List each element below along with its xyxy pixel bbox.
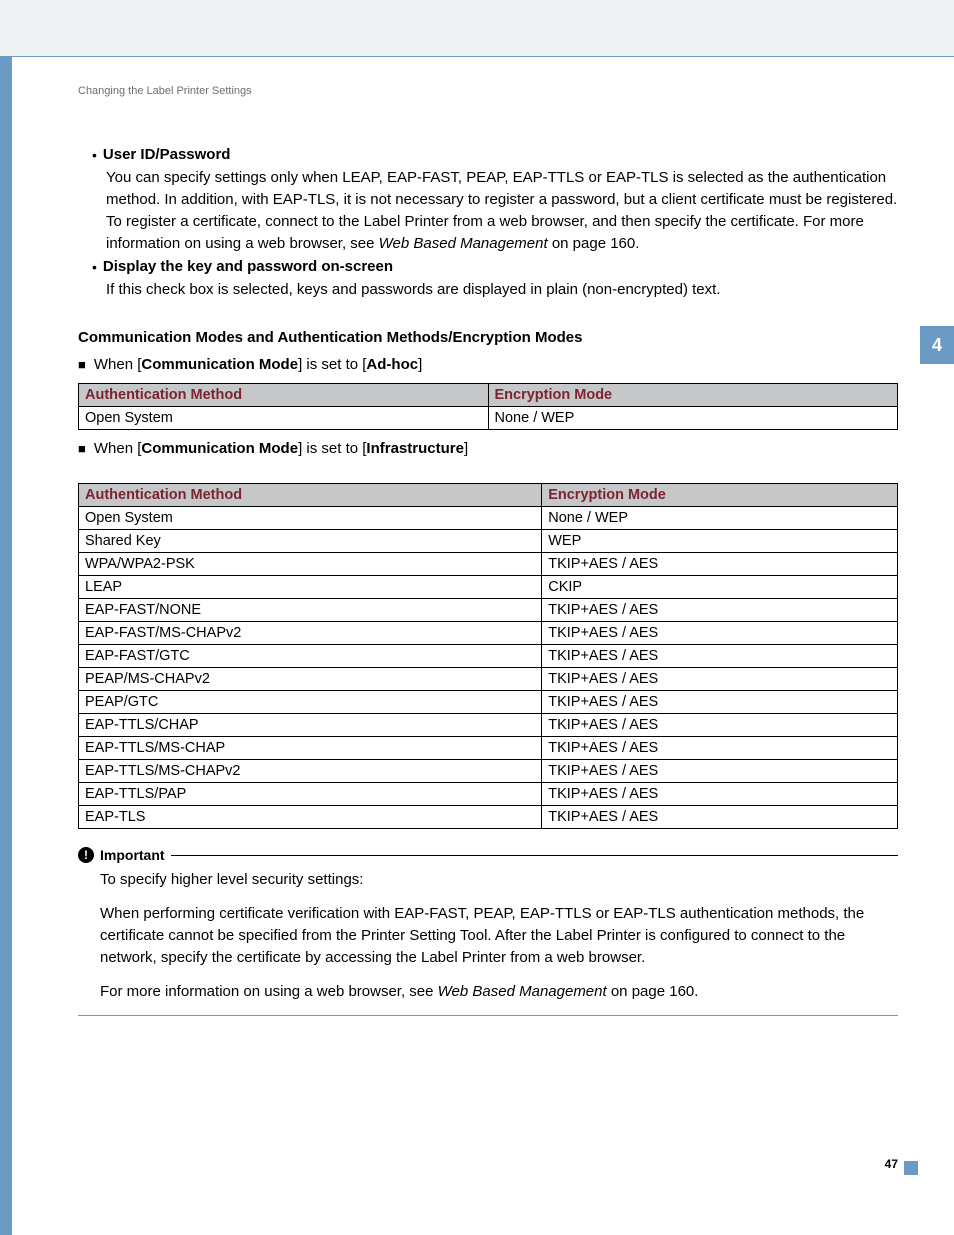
text: ] is set to [ xyxy=(298,356,366,373)
cell-enc: TKIP+AES / AES xyxy=(542,714,898,737)
body-post: on page 160. xyxy=(548,235,640,252)
table-row: EAP-TTLS/CHAPTKIP+AES / AES xyxy=(79,714,898,737)
th-auth: Authentication Method xyxy=(79,384,489,407)
cell-auth: EAP-FAST/NONE xyxy=(79,599,542,622)
cell-enc: TKIP+AES / AES xyxy=(542,691,898,714)
important-icon: ! xyxy=(78,847,94,863)
cell-auth: EAP-TLS xyxy=(79,806,542,829)
page-number-accent xyxy=(904,1161,918,1175)
cell-enc: TKIP+AES / AES xyxy=(542,553,898,576)
text-bold: Communication Mode xyxy=(141,440,298,457)
table-infrastructure: Authentication Method Encryption Mode Op… xyxy=(78,483,898,829)
text: For more information on using a web brow… xyxy=(100,983,438,1000)
text: ] is set to [ xyxy=(298,440,366,457)
table-row: Shared KeyWEP xyxy=(79,530,898,553)
cell-enc: CKIP xyxy=(542,576,898,599)
body-italic: Web Based Management xyxy=(379,235,548,252)
bullet-dot-icon: • xyxy=(92,145,97,165)
important-label: Important xyxy=(100,847,165,863)
cell-auth: EAP-TTLS/PAP xyxy=(79,783,542,806)
table-row: EAP-TTLS/PAPTKIP+AES / AES xyxy=(79,783,898,806)
th-enc: Encryption Mode xyxy=(488,384,898,407)
bullet-dot-icon: • xyxy=(92,257,97,277)
table-row: WPA/WPA2-PSKTKIP+AES / AES xyxy=(79,553,898,576)
side-accent xyxy=(0,56,12,1235)
bullet-body: If this check box is selected, keys and … xyxy=(106,279,898,301)
cell-auth: EAP-TTLS/MS-CHAPv2 xyxy=(79,760,542,783)
cell-auth: Open System xyxy=(79,407,489,430)
cell-auth: EAP-TTLS/MS-CHAP xyxy=(79,737,542,760)
text: on page 160. xyxy=(607,983,699,1000)
cell-enc: TKIP+AES / AES xyxy=(542,622,898,645)
table-row: EAP-FAST/GTCTKIP+AES / AES xyxy=(79,645,898,668)
cell-enc: TKIP+AES / AES xyxy=(542,806,898,829)
square-bullet-icon: ■ xyxy=(78,441,86,456)
top-rule xyxy=(12,56,954,57)
page-content: Changing the Label Printer Settings • Us… xyxy=(78,85,898,1016)
cell-enc: TKIP+AES / AES xyxy=(542,599,898,622)
table-adhoc: Authentication Method Encryption Mode Op… xyxy=(78,383,898,430)
important-rule xyxy=(171,855,898,856)
table-row: LEAPCKIP xyxy=(79,576,898,599)
text: ] xyxy=(464,440,468,457)
mode-adhoc-row: ■ When [Communication Mode] is set to [A… xyxy=(78,356,898,373)
bullet-display-key: • Display the key and password on-screen… xyxy=(78,257,898,301)
page-number: 47 xyxy=(885,1157,898,1171)
th-auth: Authentication Method xyxy=(79,484,542,507)
text: When [ xyxy=(94,356,142,373)
text-bold: Communication Mode xyxy=(141,356,298,373)
cell-enc: TKIP+AES / AES xyxy=(542,645,898,668)
top-bar xyxy=(0,0,954,56)
cell-auth: EAP-FAST/GTC xyxy=(79,645,542,668)
cell-enc: TKIP+AES / AES xyxy=(542,737,898,760)
table-row: EAP-FAST/MS-CHAPv2TKIP+AES / AES xyxy=(79,622,898,645)
bullet-body: You can specify settings only when LEAP,… xyxy=(106,167,898,255)
cell-enc: WEP xyxy=(542,530,898,553)
table-row: Open System None / WEP xyxy=(79,407,898,430)
bullet-title: User ID/Password xyxy=(103,145,231,165)
text-bold: Infrastructure xyxy=(366,440,464,457)
table-row: Open SystemNone / WEP xyxy=(79,507,898,530)
mode-infrastructure-row: ■ When [Communication Mode] is set to [I… xyxy=(78,440,898,457)
cell-enc: TKIP+AES / AES xyxy=(542,760,898,783)
table-row: EAP-TTLS/MS-CHAPv2TKIP+AES / AES xyxy=(79,760,898,783)
table-row: PEAP/MS-CHAPv2TKIP+AES / AES xyxy=(79,668,898,691)
cell-auth: PEAP/MS-CHAPv2 xyxy=(79,668,542,691)
chapter-tab: 4 xyxy=(920,326,954,364)
text: ] xyxy=(418,356,422,373)
cell-enc: TKIP+AES / AES xyxy=(542,668,898,691)
text-italic: Web Based Management xyxy=(438,983,607,1000)
cell-enc: TKIP+AES / AES xyxy=(542,783,898,806)
important-p3: For more information on using a web brow… xyxy=(100,981,898,1003)
cell-auth: Shared Key xyxy=(79,530,542,553)
cell-enc: None / WEP xyxy=(542,507,898,530)
table-row: EAP-TLSTKIP+AES / AES xyxy=(79,806,898,829)
important-p2: When performing certificate verification… xyxy=(100,903,898,969)
cell-auth: PEAP/GTC xyxy=(79,691,542,714)
cell-auth: Open System xyxy=(79,507,542,530)
cell-enc: None / WEP xyxy=(488,407,898,430)
important-callout: ! Important To specify higher level secu… xyxy=(78,847,898,1016)
important-p1: To specify higher level security setting… xyxy=(100,869,898,891)
cell-auth: WPA/WPA2-PSK xyxy=(79,553,542,576)
section-heading: Communication Modes and Authentication M… xyxy=(78,329,898,346)
table-row: EAP-TTLS/MS-CHAPTKIP+AES / AES xyxy=(79,737,898,760)
table-header-row: Authentication Method Encryption Mode xyxy=(79,384,898,407)
th-enc: Encryption Mode xyxy=(542,484,898,507)
table-row: EAP-FAST/NONETKIP+AES / AES xyxy=(79,599,898,622)
breadcrumb: Changing the Label Printer Settings xyxy=(78,85,898,97)
important-end-rule xyxy=(78,1015,898,1016)
square-bullet-icon: ■ xyxy=(78,357,86,372)
table-row: PEAP/GTCTKIP+AES / AES xyxy=(79,691,898,714)
text-bold: Ad-hoc xyxy=(366,356,418,373)
cell-auth: LEAP xyxy=(79,576,542,599)
table-header-row: Authentication Method Encryption Mode xyxy=(79,484,898,507)
text: When [ xyxy=(94,440,142,457)
cell-auth: EAP-TTLS/CHAP xyxy=(79,714,542,737)
bullet-title: Display the key and password on-screen xyxy=(103,257,393,277)
bullet-user-id-password: • User ID/Password You can specify setti… xyxy=(78,145,898,255)
cell-auth: EAP-FAST/MS-CHAPv2 xyxy=(79,622,542,645)
